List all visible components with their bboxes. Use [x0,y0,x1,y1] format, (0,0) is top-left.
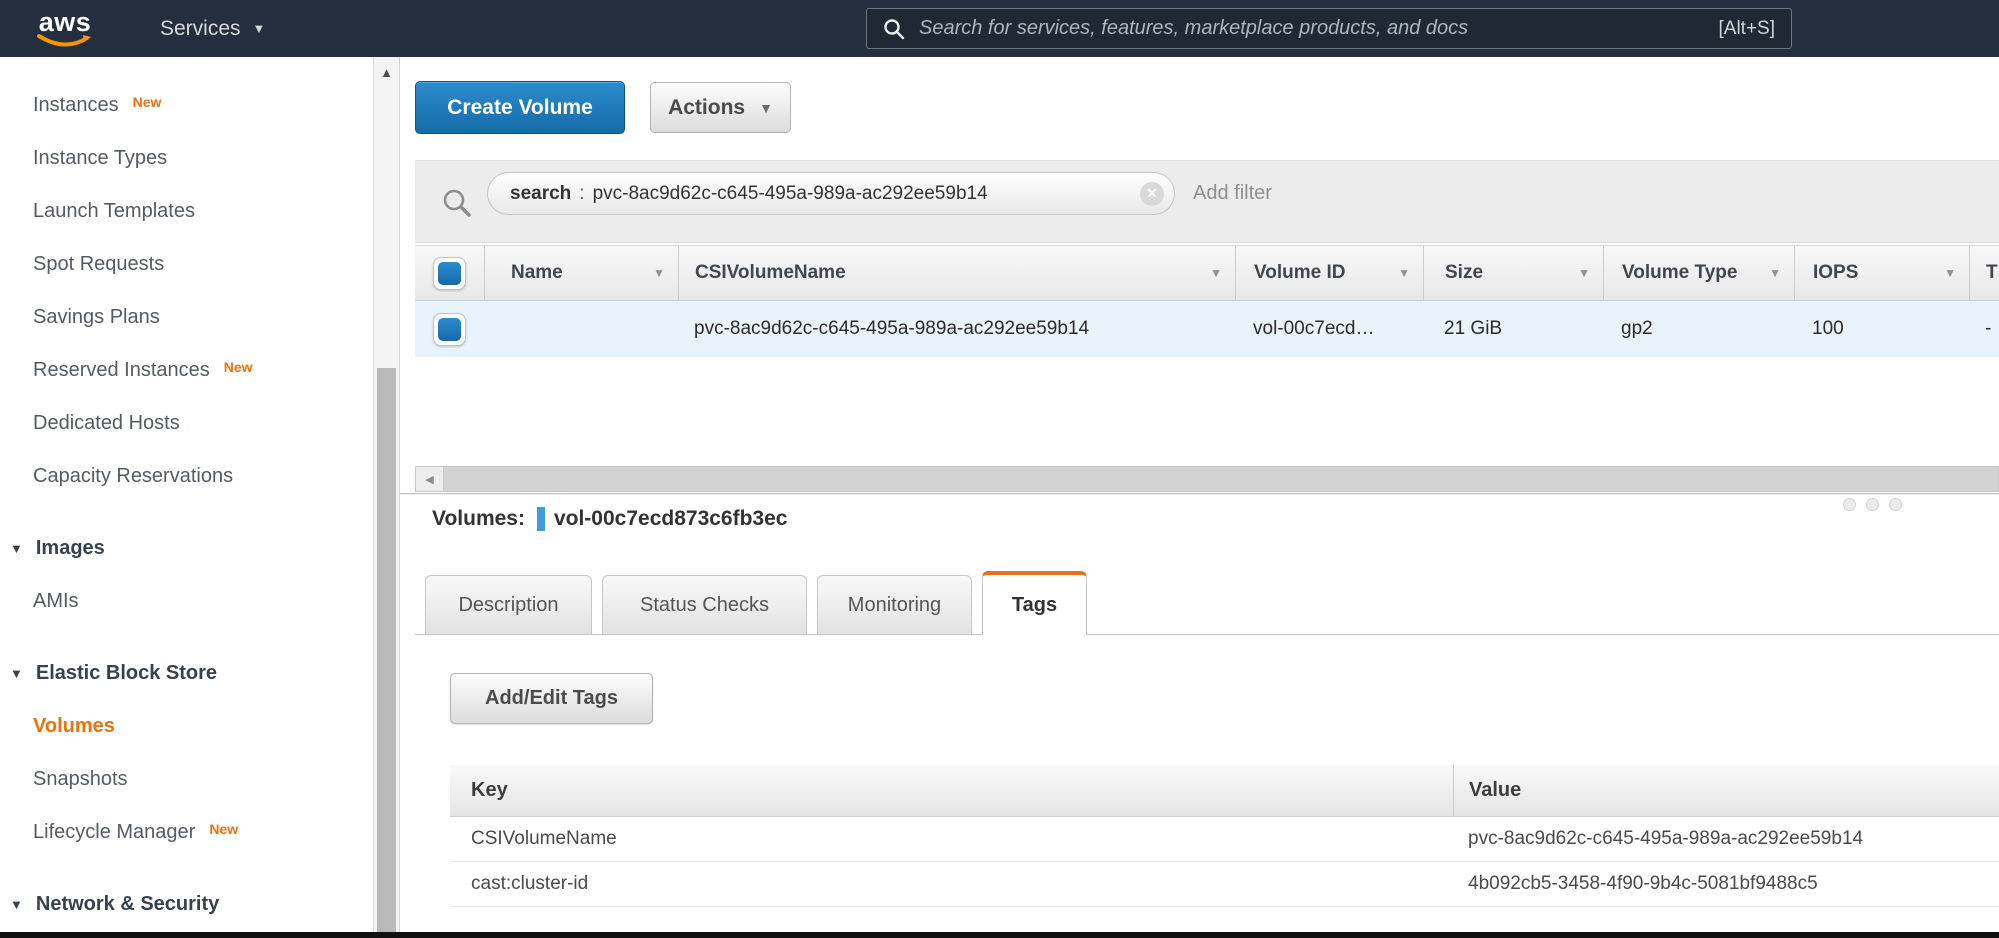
column-header-tags-clipped[interactable]: T [1969,246,1999,300]
services-label: Services [160,17,241,41]
keyboard-shortcut-hint: [Alt+S] [1719,18,1776,40]
token-remove-icon[interactable]: ✕ [1140,182,1164,206]
column-header-name[interactable]: Name ▼ [484,246,678,300]
scroll-up-icon[interactable]: ▲ [374,57,399,87]
column-header-iops[interactable]: IOPS ▼ [1794,246,1969,300]
collapse-triangle-icon: ▼ [10,541,23,556]
chevron-down-icon: ▼ [253,21,266,36]
tag-row: CSIVolumeName pvc-8ac9d62c-c645-495a-989… [450,817,1999,862]
volumes-table-header: Name ▼ CSIVolumeName ▼ Volume ID ▼ Size … [415,245,1999,301]
tab-description[interactable]: Description [425,575,592,635]
search-icon [883,18,905,40]
sidebar-section-network-security[interactable]: ▼ Network & Security [0,878,373,931]
sidebar-item-capacity-reservations[interactable]: Capacity Reservations [0,450,373,503]
tags-value-header: Value [1453,765,1999,816]
heading-label: Volumes: [432,507,525,531]
sidebar-item-volumes[interactable]: Volumes [0,700,373,753]
new-badge: New [209,821,238,837]
token-key: search [510,183,571,205]
column-header-size[interactable]: Size ▼ [1423,246,1603,300]
column-header-volume-id[interactable]: Volume ID ▼ [1235,246,1423,300]
tag-key: cast:cluster-id [450,862,1453,906]
create-volume-button[interactable]: Create Volume [415,81,625,134]
column-header-csivolumename[interactable]: CSIVolumeName ▼ [678,246,1235,300]
cell-iops: 100 [1794,301,1969,357]
cell-csivolumename: pvc-8ac9d62c-c645-495a-989a-ac292ee59b14 [678,301,1235,357]
sidebar-scrollbar[interactable]: ▲ [373,57,400,932]
sidebar-item-launch-templates[interactable]: Launch Templates [0,185,373,238]
tab-monitoring[interactable]: Monitoring [817,575,972,635]
sidebar-item-instance-types[interactable]: Instance Types [0,132,373,185]
cell-name [484,301,678,357]
sidebar-section-elastic-block-store[interactable]: ▼ Elastic Block Store [0,647,373,700]
bottom-edge-bar [0,932,1999,938]
cell-volume-type: gp2 [1603,301,1794,357]
tag-value: 4b092cb5-3458-4f90-9b4c-5081bf9488c5 [1453,862,1999,906]
sidebar-item-snapshots[interactable]: Snapshots [0,753,373,806]
sidebar-navigation: Instances New Instance Types Launch Temp… [0,57,373,932]
volume-table-row[interactable]: pvc-8ac9d62c-c645-495a-989a-ac292ee59b14… [415,301,1999,357]
scroll-left-icon[interactable]: ◀ [415,466,444,492]
sidebar-scrollbar-thumb[interactable] [377,368,396,932]
new-badge: New [133,94,162,110]
sort-icon[interactable]: ▼ [653,266,665,280]
filter-search-icon [441,187,473,219]
filter-bar: search : pvc-8ac9d62c-c645-495a-989a-ac2… [415,160,1999,243]
search-filter-token[interactable]: search : pvc-8ac9d62c-c645-495a-989a-ac2… [487,172,1175,215]
select-all-checkbox[interactable] [415,246,484,300]
sidebar-item-lifecycle-manager[interactable]: Lifecycle Manager New [0,806,373,859]
aws-logo-text: aws [36,10,94,34]
cell-volume-id: vol-00c7ecd… [1235,301,1423,357]
sort-icon[interactable]: ▼ [1944,266,1956,280]
detail-tabs: Description Status Checks Monitoring Tag… [425,571,1097,635]
row-checkbox[interactable] [415,301,484,357]
tags-table-header: Key Value [450,765,1999,817]
token-value: pvc-8ac9d62c-c645-495a-989a-ac292ee59b14 [593,183,988,205]
chevron-down-icon: ▼ [759,100,773,116]
sort-icon[interactable]: ▼ [1398,266,1410,280]
heading-caret [537,507,545,531]
tags-table: Key Value CSIVolumeName pvc-8ac9d62c-c64… [450,765,1999,907]
column-header-volume-type[interactable]: Volume Type ▼ [1603,246,1794,300]
tag-key: CSIVolumeName [450,817,1453,861]
detail-panel-heading: Volumes: vol-00c7ecd873c6fb3ec [432,507,787,531]
main-content: Create Volume Actions ▼ search : pvc-8ac… [400,57,1999,932]
global-search-input[interactable] [919,17,1707,40]
resize-handle-icon[interactable] [1843,498,1902,511]
sort-icon[interactable]: ▼ [1769,266,1781,280]
top-navigation-bar: aws Services ▼ [Alt+S] [0,0,1999,57]
horizontal-scrollbar[interactable]: ◀ [415,466,1999,492]
sidebar-item-spot-requests[interactable]: Spot Requests [0,238,373,291]
sidebar-item-savings-plans[interactable]: Savings Plans [0,291,373,344]
actions-button[interactable]: Actions ▼ [650,82,791,133]
ec2-console-screen: aws Services ▼ [Alt+S] Instances New Ins… [0,0,1999,938]
horizontal-scrollbar-thumb[interactable] [444,466,1999,492]
services-menu[interactable]: Services ▼ [160,17,265,41]
tag-row: cast:cluster-id 4b092cb5-3458-4f90-9b4c-… [450,862,1999,907]
add-filter-input[interactable] [1193,172,1593,215]
sidebar-section-images[interactable]: ▼ Images [0,522,373,575]
tab-tags[interactable]: Tags [982,571,1087,635]
heading-volume-id: vol-00c7ecd873c6fb3ec [554,507,788,531]
tag-value: pvc-8ac9d62c-c645-495a-989a-ac292ee59b14 [1453,817,1999,861]
sort-icon[interactable]: ▼ [1578,266,1590,280]
sidebar-item-dedicated-hosts[interactable]: Dedicated Hosts [0,397,373,450]
sidebar-item-reserved-instances[interactable]: Reserved Instances New [0,344,373,397]
collapse-triangle-icon: ▼ [10,666,23,681]
new-badge: New [224,359,253,375]
collapse-triangle-icon: ▼ [10,897,23,912]
tab-status-checks[interactable]: Status Checks [602,575,807,635]
cell-size: 21 GiB [1423,301,1603,357]
add-edit-tags-button[interactable]: Add/Edit Tags [450,673,653,724]
sort-icon[interactable]: ▼ [1210,266,1222,280]
cell-tags-clipped: - [1969,301,1999,357]
tags-key-header: Key [450,765,1453,816]
sidebar-item-amis[interactable]: AMIs [0,575,373,628]
aws-logo[interactable]: aws [36,10,94,48]
global-search-box[interactable]: [Alt+S] [866,8,1792,49]
panel-divider [400,493,1999,494]
token-separator: : [579,183,584,205]
sidebar-item-instances[interactable]: Instances New [0,79,373,132]
